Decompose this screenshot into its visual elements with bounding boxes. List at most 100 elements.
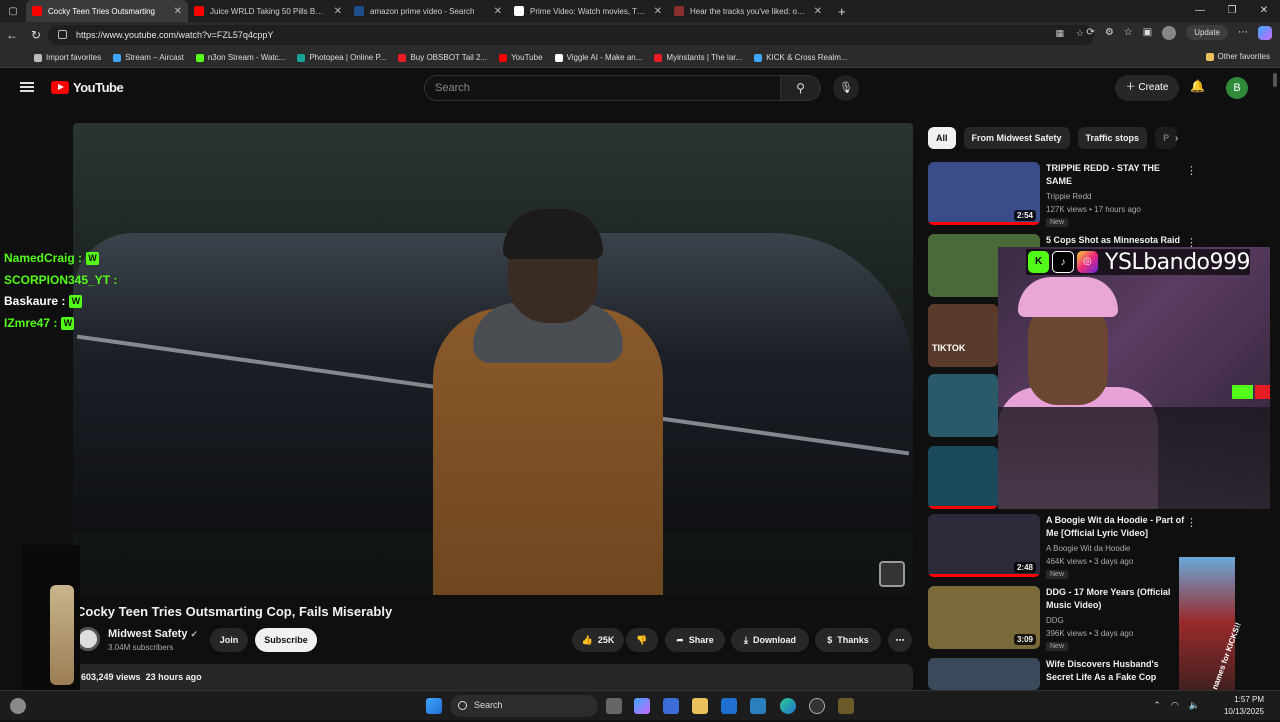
taskbar-clock[interactable]: 1:57 PM 10/13/2025 xyxy=(1224,694,1264,718)
video-thumbnail[interactable]: TIKTOK xyxy=(928,304,998,367)
windows-start-icon[interactable] xyxy=(426,698,442,714)
recommendation-item[interactable]: 2:54 TRIPPIE REDD - STAY THE SAME Trippi… xyxy=(928,162,1263,228)
share-button[interactable]: ➦ Share xyxy=(665,628,725,652)
close-icon[interactable]: ✕ xyxy=(174,6,182,17)
bookmarks-bar: Import favorites Stream – Aircast n3on S… xyxy=(0,48,1280,68)
app-icon[interactable] xyxy=(838,698,854,714)
file-explorer-icon[interactable] xyxy=(692,698,708,714)
subscribe-button[interactable]: Subscribe xyxy=(255,628,317,652)
app-icon[interactable]: ▦ xyxy=(1055,28,1064,39)
store-icon[interactable] xyxy=(663,698,679,714)
chip-traffic-stops[interactable]: Traffic stops xyxy=(1077,127,1148,149)
create-button[interactable]: ＋ Create xyxy=(1115,75,1179,101)
obs-icon[interactable] xyxy=(809,698,825,714)
video-thumbnail[interactable] xyxy=(928,374,998,437)
more-icon[interactable]: ⋮ xyxy=(1186,516,1197,529)
new-tab-button[interactable]: + xyxy=(838,4,846,19)
page-scrollbar[interactable] xyxy=(1270,69,1280,690)
bookmark-2[interactable]: n3on Stream - Watc... xyxy=(195,53,285,62)
recommendation-title[interactable]: 5 Cops Shot as Minnesota Raid xyxy=(1046,234,1181,247)
search-input[interactable]: Search xyxy=(424,75,781,101)
video-thumbnail[interactable]: 2:54 xyxy=(928,162,1040,225)
youtube-icon xyxy=(194,6,204,16)
outlook-icon[interactable] xyxy=(721,698,737,714)
channel-watermark-icon[interactable] xyxy=(879,561,905,587)
maximize-icon[interactable]: ❐ xyxy=(1216,0,1248,22)
youtube-logo[interactable]: YouTube xyxy=(51,80,124,95)
video-thumbnail[interactable]: 3:09 xyxy=(928,586,1040,649)
video-thumbnail[interactable] xyxy=(928,658,1040,690)
chip-more[interactable]: P xyxy=(1155,127,1178,149)
collections-icon[interactable]: ▣ xyxy=(1143,27,1152,38)
bookmark-1[interactable]: Stream – Aircast xyxy=(113,53,184,62)
update-button[interactable]: Update xyxy=(1186,25,1228,40)
task-view-icon[interactable] xyxy=(606,698,622,714)
close-window-icon[interactable]: ✕ xyxy=(1248,0,1280,22)
voice-search-button[interactable]: 🎙 xyxy=(833,75,859,101)
tab-2[interactable]: amazon prime video - Search ✕ xyxy=(348,0,508,22)
tab-1[interactable]: Juice WRLD Taking 50 Pills Becau ✕ xyxy=(188,0,348,22)
more-icon[interactable]: ⋮ xyxy=(1186,164,1197,177)
bookmark-7[interactable]: Myinstants | The lar... xyxy=(654,53,742,62)
thanks-button[interactable]: $ Thanks xyxy=(815,628,881,652)
split-icon[interactable]: ⚙ xyxy=(1105,27,1114,38)
download-button[interactable]: ⤓ Download xyxy=(731,628,809,652)
close-icon[interactable]: ✕ xyxy=(494,6,502,17)
other-favorites[interactable]: Other favorites xyxy=(1205,52,1270,61)
recommendation-title[interactable]: TRIPPIE REDD - STAY THE SAME xyxy=(1046,162,1186,188)
search-button[interactable]: ⚲ xyxy=(781,75,821,101)
bookmark-5[interactable]: YouTube xyxy=(499,53,543,62)
wifi-icon[interactable]: ◠ xyxy=(1171,700,1179,711)
avatar[interactable]: B xyxy=(1226,77,1248,99)
bookmark-4[interactable]: Buy OBSBOT Tail 2... xyxy=(398,53,487,62)
chevron-up-icon[interactable]: ⌃ xyxy=(1153,700,1161,711)
join-button[interactable]: Join xyxy=(210,628,248,652)
tab-3[interactable]: Prime Video: Watch movies, TV s ✕ xyxy=(508,0,668,22)
more-icon[interactable]: ⋯ xyxy=(1238,27,1248,38)
recommendation-title[interactable]: DDG - 17 More Years (Official Music Vide… xyxy=(1046,586,1186,612)
recommendation-channel[interactable]: Trippie Redd xyxy=(1046,192,1092,201)
bell-icon[interactable]: 🔔 xyxy=(1190,79,1205,93)
photos-icon[interactable] xyxy=(750,698,766,714)
close-icon[interactable]: ✕ xyxy=(654,6,662,17)
tab-4[interactable]: Hear the tracks you've liked: on S ✕ xyxy=(668,0,828,22)
profile-icon[interactable] xyxy=(1162,25,1177,40)
more-actions-button[interactable]: ⋯ xyxy=(888,628,912,652)
dislike-button[interactable]: 👎 xyxy=(626,628,658,652)
volume-icon[interactable]: 🔈 xyxy=(1189,700,1200,711)
copilot-icon[interactable] xyxy=(634,698,650,714)
chip-from-channel[interactable]: From Midwest Safety xyxy=(963,127,1070,149)
weather-icon[interactable] xyxy=(10,698,26,714)
video-player[interactable] xyxy=(73,123,913,595)
recommendation-title[interactable]: A Boogie Wit da Hoodie - Part of Me [Off… xyxy=(1046,514,1186,540)
like-button[interactable]: 👍 25K xyxy=(572,628,624,652)
copilot-icon[interactable] xyxy=(1258,25,1272,40)
bookmark-6[interactable]: Viggle AI - Make an... xyxy=(554,53,642,62)
refresh-icon[interactable]: ↻ xyxy=(24,28,48,42)
tab-0[interactable]: Cocky Teen Tries Outsmarting ✕ xyxy=(26,0,188,22)
minimize-icon[interactable]: — xyxy=(1184,0,1216,22)
close-icon[interactable]: ✕ xyxy=(814,6,822,17)
bookmark-0[interactable]: Import favorites xyxy=(34,53,101,62)
channel-name[interactable]: Midwest Safety ✔ xyxy=(108,628,198,640)
url-field[interactable]: https://www.youtube.com/watch?v=FZL57q4c… xyxy=(48,25,1094,45)
bookmark-3[interactable]: Photopea | Online P... xyxy=(297,53,386,62)
close-icon[interactable]: ✕ xyxy=(334,6,342,17)
video-thumbnail[interactable] xyxy=(928,446,998,509)
favorites-icon[interactable]: ☆ xyxy=(1124,27,1133,38)
recommendation-title[interactable]: Wife Discovers Husband's Secret Life As … xyxy=(1046,658,1176,684)
chevron-right-icon[interactable]: › xyxy=(1175,133,1178,144)
taskbar-search[interactable]: Search xyxy=(450,695,598,717)
edge-icon[interactable] xyxy=(780,698,796,714)
video-thumbnail[interactable]: 2:48 xyxy=(928,514,1040,577)
menu-icon[interactable] xyxy=(20,82,34,92)
import-icon xyxy=(34,53,42,62)
recommendation-channel[interactable]: DDG xyxy=(1046,616,1064,625)
recommendation-channel[interactable]: A Boogie Wit da Hoodie xyxy=(1046,544,1131,553)
back-icon[interactable]: ← xyxy=(0,28,24,42)
extensions-icon[interactable]: ⟳ xyxy=(1086,27,1094,38)
star-icon[interactable]: ☆ xyxy=(1076,28,1084,39)
tab-actions-icon[interactable]: ▢ xyxy=(0,6,26,17)
bookmark-8[interactable]: KICK & Cross Realm... xyxy=(754,53,848,62)
chip-all[interactable]: All xyxy=(928,127,956,149)
